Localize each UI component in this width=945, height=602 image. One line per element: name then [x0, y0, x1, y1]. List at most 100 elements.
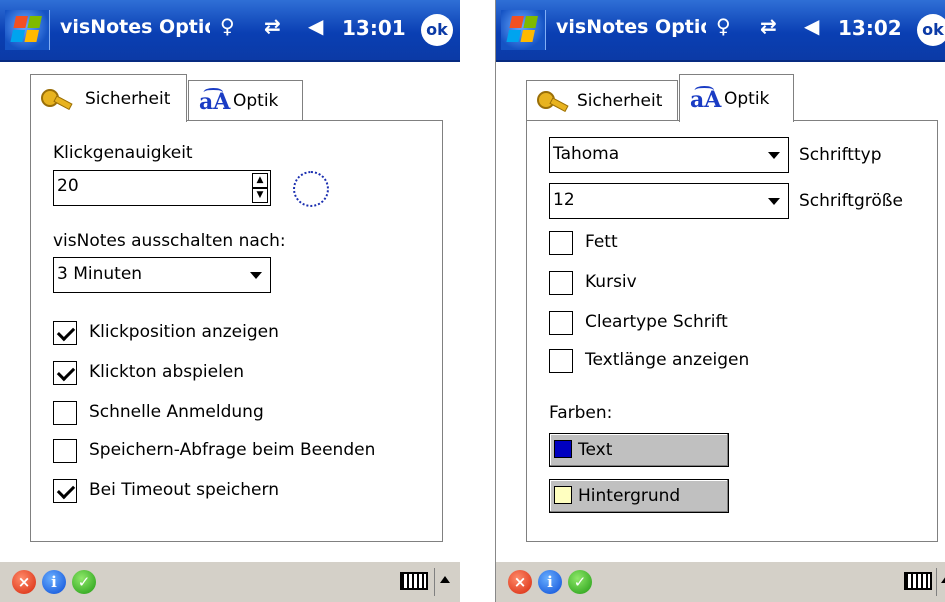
- font-type-label: Schrifttyp: [799, 145, 882, 165]
- connectivity-arrows-icon[interactable]: ⇄: [264, 14, 281, 38]
- stepper-down-icon[interactable]: ▼: [252, 188, 268, 203]
- divider: [434, 568, 435, 596]
- select-value: 3 Minuten: [57, 264, 143, 284]
- checkmark-icon: [56, 322, 76, 342]
- tab-label: Sicherheit: [85, 89, 171, 109]
- windows-flag-icon: [10, 16, 44, 44]
- chevron-down-icon: [768, 152, 780, 159]
- cancel-icon[interactable]: ×: [508, 570, 532, 594]
- keyboard-icon[interactable]: [904, 572, 932, 590]
- checkbox-klickposition[interactable]: Klickposition anzeigen: [53, 321, 413, 347]
- device-screen-security: visNotes Optionen ♀ ⇄ ◀ 13:01 ok Sicherh…: [0, 0, 460, 602]
- checkbox[interactable]: [53, 401, 77, 425]
- check-icon[interactable]: ✓: [568, 570, 592, 594]
- checkmark-icon: [56, 480, 76, 500]
- menu-bar: × i ✓: [0, 561, 460, 602]
- stepper-buttons[interactable]: ▲ ▼: [252, 173, 268, 205]
- tab-label: Sicherheit: [577, 91, 663, 111]
- checkbox-klickton[interactable]: Klickton abspielen: [53, 361, 413, 387]
- ok-button[interactable]: ok: [917, 14, 945, 46]
- cancel-icon[interactable]: ×: [12, 570, 36, 594]
- tab-sicherheit[interactable]: Sicherheit: [526, 80, 678, 120]
- menu-bar: × i ✓: [496, 561, 945, 602]
- checkbox[interactable]: [53, 361, 77, 385]
- click-accuracy-stepper[interactable]: 20 ▲ ▼: [53, 170, 271, 206]
- checkbox-label: Klickton abspielen: [89, 362, 245, 382]
- text-color-button[interactable]: Text: [549, 433, 729, 467]
- select-value: 12: [553, 190, 575, 210]
- chevron-up-icon[interactable]: [440, 576, 450, 583]
- color-swatch: [554, 440, 572, 458]
- checkbox-textlaenge[interactable]: Textlänge anzeigen: [549, 349, 849, 375]
- checkbox-speichern-abfrage[interactable]: Speichern-Abfrage beim Beenden: [53, 439, 438, 465]
- font-type-select[interactable]: Tahoma: [549, 137, 789, 173]
- font-size-select[interactable]: 12: [549, 183, 789, 219]
- select-value: Tahoma: [553, 144, 620, 164]
- color-swatch: [554, 486, 572, 504]
- check-icon[interactable]: ✓: [72, 570, 96, 594]
- checkbox[interactable]: [53, 439, 77, 463]
- checkbox-label: Fett: [585, 232, 618, 252]
- checkbox[interactable]: [549, 231, 573, 255]
- divider: [936, 568, 937, 596]
- checkbox-label: Klickposition anzeigen: [89, 322, 279, 342]
- antenna-icon[interactable]: ♀: [220, 14, 235, 38]
- tab-label: Optik: [724, 89, 770, 109]
- shutdown-select[interactable]: 3 Minuten: [53, 257, 271, 293]
- tab-optik[interactable]: a͡A Optik: [679, 74, 794, 122]
- checkbox[interactable]: [549, 349, 573, 373]
- chevron-up-icon[interactable]: [941, 576, 945, 583]
- color-button-label: Hintergrund: [578, 486, 681, 506]
- title-bar: visNotes Optionen ♀ ⇄ ◀ 13:01 ok: [0, 0, 460, 62]
- clock[interactable]: 13:01: [342, 16, 406, 40]
- checkbox-label: Bei Timeout speichern: [89, 480, 279, 500]
- ok-button[interactable]: ok: [421, 14, 453, 46]
- click-accuracy-label: Klickgenauigkeit: [53, 143, 193, 163]
- checkbox-schnelle-anmeldung[interactable]: Schnelle Anmeldung: [53, 401, 413, 427]
- chevron-down-icon: [250, 272, 262, 279]
- checkbox[interactable]: [549, 311, 573, 335]
- clock[interactable]: 13:02: [838, 16, 902, 40]
- background-color-button[interactable]: Hintergrund: [549, 479, 729, 513]
- shutdown-label: visNotes ausschalten nach:: [53, 231, 286, 251]
- font-size-label: Schriftgröße: [799, 191, 903, 211]
- key-icon: [41, 87, 73, 111]
- checkbox[interactable]: [53, 479, 77, 503]
- tab-sicherheit[interactable]: Sicherheit: [30, 74, 187, 122]
- chevron-down-icon: [768, 198, 780, 205]
- security-panel: Klickgenauigkeit 20 ▲ ▼ visNotes ausscha…: [30, 120, 443, 542]
- font-icon: a͡A: [199, 89, 231, 115]
- speaker-icon[interactable]: ◀: [308, 14, 323, 38]
- checkbox[interactable]: [549, 271, 573, 295]
- info-icon[interactable]: i: [42, 570, 66, 594]
- checkmark-icon: [56, 362, 76, 382]
- windows-flag-icon: [506, 16, 540, 44]
- window-title: visNotes Optionen: [60, 16, 210, 38]
- checkbox-timeout-speichern[interactable]: Bei Timeout speichern: [53, 479, 413, 505]
- font-icon: a͡A: [690, 87, 722, 113]
- keyboard-icon[interactable]: [400, 572, 428, 590]
- tab-optik[interactable]: a͡A Optik: [188, 80, 303, 120]
- window-title: visNotes Optionen: [556, 16, 706, 38]
- connectivity-arrows-icon[interactable]: ⇄: [760, 14, 777, 38]
- checkbox-label: Schnelle Anmeldung: [89, 402, 264, 422]
- checkbox-cleartype[interactable]: Cleartype Schrift: [549, 311, 849, 337]
- click-radius-preview: [293, 171, 329, 207]
- checkbox-kursiv[interactable]: Kursiv: [549, 271, 849, 297]
- colors-label: Farben:: [549, 403, 613, 423]
- start-button[interactable]: [5, 10, 50, 50]
- checkbox-label: Textlänge anzeigen: [585, 350, 750, 370]
- start-button[interactable]: [501, 10, 546, 50]
- title-bar: visNotes Optionen ♀ ⇄ ◀ 13:02 ok: [496, 0, 945, 62]
- info-icon[interactable]: i: [538, 570, 562, 594]
- checkbox-label: Kursiv: [585, 272, 637, 292]
- checkbox-fett[interactable]: Fett: [549, 231, 849, 257]
- checkbox[interactable]: [53, 321, 77, 345]
- stepper-up-icon[interactable]: ▲: [252, 173, 268, 188]
- speaker-icon[interactable]: ◀: [804, 14, 819, 38]
- color-button-label: Text: [578, 440, 613, 460]
- checkbox-label: Speichern-Abfrage beim Beenden: [89, 440, 376, 460]
- antenna-icon[interactable]: ♀: [716, 14, 731, 38]
- checkbox-label: Cleartype Schrift: [585, 312, 728, 332]
- key-icon: [537, 89, 569, 113]
